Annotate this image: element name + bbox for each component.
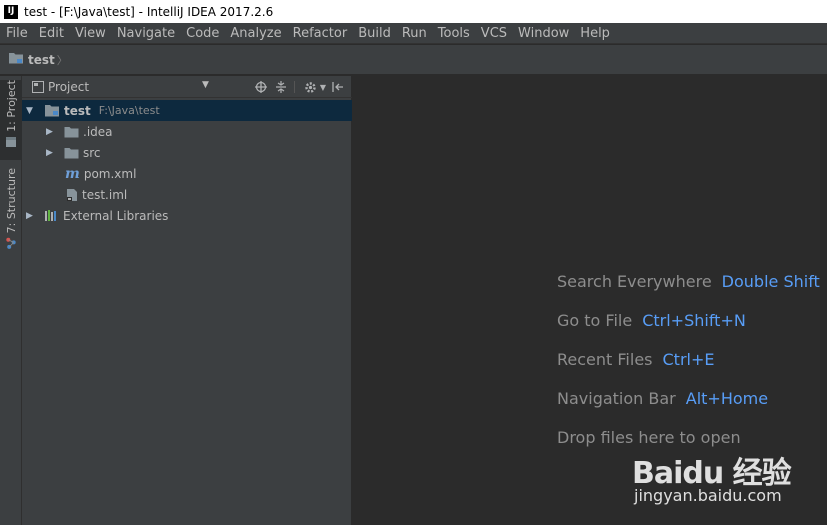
hint-recent-files: Recent Files Ctrl+E [557,350,714,369]
tree-item-label: test.iml [82,187,128,202]
project-root-path: F:\Java\test [98,104,160,117]
project-view-icon [32,80,44,93]
hint-label: Recent Files [557,350,653,369]
tool-tab-structure[interactable]: 7: Structure [0,168,22,250]
tool-tab-structure-label: 7: Structure [4,168,18,234]
tree-item-iml[interactable]: test.iml [22,184,352,205]
project-view-selector[interactable]: Project [48,80,89,94]
menu-navigate[interactable]: Navigate [111,23,180,44]
view-dropdown-icon[interactable]: ▼ [202,80,209,90]
collapsed-arrow-icon[interactable]: ▶ [26,211,36,221]
tree-item-label: src [83,145,101,160]
tree-item-project-root[interactable]: ▼ test F:\Java\test [22,100,352,121]
toolbar-separator [294,81,295,93]
module-folder-icon [8,50,24,69]
window-title: test - [F:\Java\test] - IntelliJ IDEA 20… [24,4,274,19]
hint-shortcut: Alt+Home [685,389,769,408]
baidu-watermark: Baidu 经验 jingyan.baidu.com [632,448,822,512]
hint-label: Drop files here to open [557,428,741,447]
menu-help[interactable]: Help [574,23,615,44]
expanded-arrow-icon[interactable]: ▼ [26,106,36,116]
menu-window[interactable]: Window [512,23,574,44]
tree-item-external-libraries[interactable]: ▶ External Libraries [22,205,352,226]
tree-item-label: pom.xml [83,166,137,181]
menu-analyze[interactable]: Analyze [224,23,286,44]
menu-bar: File Edit View Navigate Code Analyze Ref… [0,23,827,44]
navigation-bar: test 〉 [0,45,827,75]
watermark-url: jingyan.baidu.com [634,486,782,505]
title-bar: IJ test - [F:\Java\test] - IntelliJ IDEA… [0,0,827,23]
hint-shortcut: Ctrl+Shift+N [642,311,746,330]
collapsed-arrow-icon[interactable]: ▶ [46,148,56,158]
tree-item-idea[interactable]: ▶ .idea [22,121,352,142]
hint-label: Search Everywhere [557,272,712,291]
tree-item-label: .idea [83,124,113,139]
intellij-app-icon: IJ [4,4,18,19]
menu-run[interactable]: Run [396,23,432,44]
menu-edit[interactable]: Edit [33,23,69,44]
hint-label: Go to File [557,311,633,330]
menu-refactor[interactable]: Refactor [287,23,353,44]
menu-tools[interactable]: Tools [432,23,475,44]
menu-view[interactable]: View [69,23,111,44]
hide-panel-icon[interactable] [330,79,346,95]
hint-label: Navigation Bar [557,389,676,408]
folder-icon [64,147,79,159]
folder-icon [64,126,79,138]
menu-code[interactable]: Code [180,23,224,44]
locate-target-icon[interactable] [253,79,269,95]
tool-tab-project[interactable]: 1: Project [0,80,22,160]
collapsed-arrow-icon[interactable]: ▶ [46,127,56,137]
hint-go-to-file: Go to File Ctrl+Shift+N [557,311,746,330]
module-folder-icon [44,104,60,117]
project-root-name: test [64,103,91,118]
maven-icon: m [65,165,80,182]
left-tool-stripe: 1: Project 7: Structure [0,76,22,525]
tool-tab-project-label: 1: Project [4,80,18,132]
tree-item-label: External Libraries [63,208,169,223]
gear-dropdown-icon[interactable]: ▼ [315,79,331,95]
tree-item-pom[interactable]: m pom.xml [22,163,352,184]
hint-shortcut: Double Shift [721,272,820,291]
project-panel-header: Project ▼ ▼ [22,76,352,98]
hint-shortcut: Ctrl+E [662,350,715,369]
menu-vcs[interactable]: VCS [475,23,512,44]
menu-file[interactable]: File [0,23,33,44]
project-tool-window: Project ▼ ▼ ▼ test F:\Java\test ▶ .idea [22,76,352,525]
module-file-icon [66,188,78,202]
collapse-all-icon[interactable] [273,79,289,95]
library-icon [44,209,59,222]
breadcrumb-chevron-icon: 〉 [56,53,68,67]
hint-search-everywhere: Search Everywhere Double Shift [557,272,820,291]
hint-navigation-bar: Navigation Bar Alt+Home [557,389,768,408]
tree-item-src[interactable]: ▶ src [22,142,352,163]
menu-build[interactable]: Build [352,23,396,44]
hint-drop-files: Drop files here to open [557,428,741,447]
structure-tab-icon [6,238,16,250]
breadcrumb-project[interactable]: test [28,53,55,67]
project-tab-icon [6,136,16,147]
